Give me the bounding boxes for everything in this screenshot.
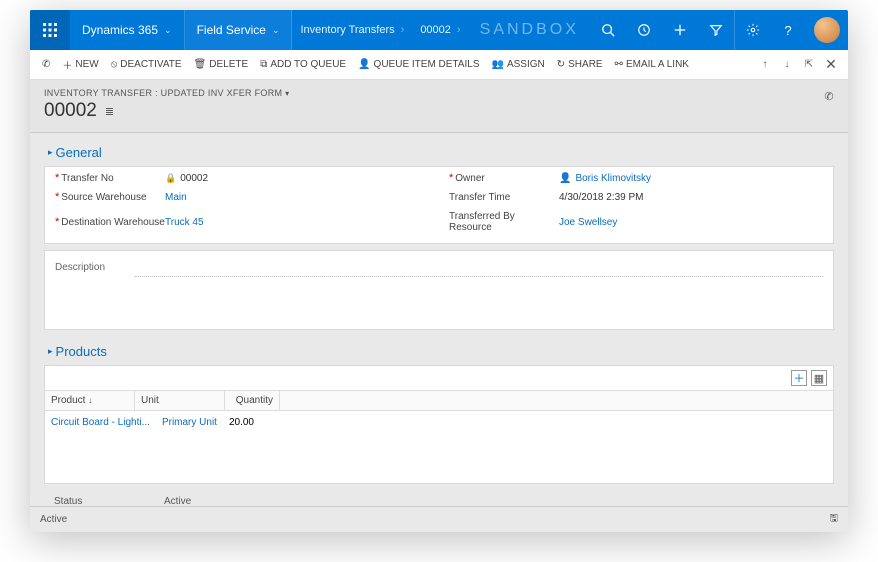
chevron-down-icon: ⌄ [272, 25, 280, 36]
nav-down-button[interactable]: ↓ [776, 54, 798, 76]
status-value: Active [164, 496, 191, 506]
app-launcher-button[interactable] [30, 10, 70, 50]
col-product[interactable]: Product ↓ [45, 391, 135, 410]
chevron-down-icon: ⌄ [164, 25, 172, 36]
deactivate-command[interactable]: ⦸DEACTIVATE [105, 50, 188, 79]
field-description-label: Description [55, 262, 105, 273]
breadcrumb-record[interactable]: 00002 › [412, 24, 468, 36]
col-unit[interactable]: Unit [135, 391, 225, 410]
field-source-warehouse[interactable]: *Source Warehouse Main [55, 192, 429, 203]
field-destination-warehouse[interactable]: *Destination Warehouse Truck 45 [55, 211, 429, 233]
delete-label: DELETE [209, 59, 248, 70]
sandbox-watermark: SANDBOX [469, 21, 590, 39]
field-description-input[interactable] [135, 265, 823, 277]
cell-product[interactable]: Circuit Board - Lighti... [45, 417, 156, 428]
share-label: SHARE [568, 59, 602, 70]
chevron-right-icon: › [401, 24, 405, 36]
settings-button[interactable] [734, 10, 770, 50]
section-products-label: Products [56, 344, 107, 359]
products-grid: ＋ ▦ Product ↓ Unit Quantity Circuit Boar… [44, 365, 834, 484]
app-label: Field Service [197, 23, 266, 37]
caret-down-icon: ▸ [48, 147, 53, 158]
user-avatar[interactable] [814, 17, 840, 43]
grid-add-button[interactable]: ＋ [791, 370, 807, 386]
chevron-right-icon: › [457, 24, 461, 36]
list-icon[interactable]: ≣ [105, 105, 114, 118]
link-icon: ⚯ [615, 59, 623, 70]
assign-command[interactable]: 👥ASSIGN [486, 50, 551, 79]
share-command[interactable]: ↻SHARE [551, 50, 609, 79]
add-to-queue-label: ADD TO QUEUE [270, 59, 346, 70]
cell-quantity: 20.00 [223, 417, 260, 428]
caret-down-icon: ▸ [48, 346, 53, 357]
email-link-label: EMAIL A LINK [626, 59, 689, 70]
field-transfer-no[interactable]: *Transfer No 🔒00002 [55, 173, 429, 184]
record-header: ✆ INVENTORY TRANSFER : UPDATED INV XFER … [30, 80, 848, 133]
queue-item-details-label: QUEUE ITEM DETAILS [374, 59, 480, 70]
section-products-header[interactable]: ▸ Products [44, 336, 834, 365]
form-footer: Active 🖫 [30, 506, 848, 532]
breadcrumb-label: Inventory Transfers [300, 24, 394, 36]
form-body: ▸ General *Transfer No 🔒00002 *Owner 👤Bo… [30, 133, 848, 506]
grid-view-button[interactable]: ▦ [811, 370, 827, 386]
brand-dropdown[interactable]: Dynamics 365 ⌄ [70, 10, 185, 50]
person-icon: 👤 [559, 173, 571, 184]
global-nav: Dynamics 365 ⌄ Field Service ⌄ Inventory… [30, 10, 848, 50]
status-row: Status Active [44, 490, 834, 506]
breadcrumb-entity[interactable]: Inventory Transfers › [292, 24, 412, 36]
section-general-label: General [56, 145, 102, 160]
grid-header: Product ↓ Unit Quantity [45, 390, 833, 411]
email-link-command[interactable]: ⚯EMAIL A LINK [609, 50, 695, 79]
field-transfer-time[interactable]: Transfer Time 4/30/2018 2:39 PM [449, 192, 823, 203]
queue-item-details-command[interactable]: 👤 QUEUE ITEM DETAILS [352, 50, 485, 79]
section-general-header[interactable]: ▸ General [44, 137, 834, 166]
nav-up-button[interactable]: ↑ [754, 54, 776, 76]
close-button[interactable]: ✕ [820, 54, 842, 76]
popout-button[interactable]: ⇱ [798, 54, 820, 76]
deactivate-label: DEACTIVATE [120, 59, 181, 70]
description-panel: Description [44, 250, 834, 330]
col-quantity[interactable]: Quantity [225, 391, 280, 410]
form-selector[interactable]: INVENTORY TRANSFER : UPDATED INV XFER FO… [44, 88, 834, 98]
cell-unit[interactable]: Primary Unit [156, 417, 223, 428]
queue-details-icon: 👤 [358, 59, 370, 70]
caret-down-icon: ▾ [285, 89, 289, 98]
help-button[interactable]: ? [770, 10, 806, 50]
command-bar: ✆ ＋NEW ⦸DEACTIVATE 🗑DELETE ⧉ADD TO QUEUE… [30, 50, 848, 80]
breadcrumb-label: 00002 [420, 24, 451, 36]
queue-add-icon: ⧉ [260, 59, 267, 70]
status-label: Status [54, 496, 164, 506]
brand-label: Dynamics 365 [82, 23, 158, 37]
phone-icon: ✆ [42, 59, 50, 70]
assign-label: ASSIGN [507, 59, 545, 70]
deactivate-icon: ⦸ [111, 59, 118, 70]
filter-button[interactable] [698, 10, 734, 50]
app-dropdown[interactable]: Field Service ⌄ [185, 10, 293, 50]
add-to-queue-command[interactable]: ⧉ADD TO QUEUE [254, 50, 352, 79]
phone-panel-button[interactable]: ✆ [818, 86, 840, 106]
assign-icon: 👥 [492, 59, 504, 70]
sort-icon: ↓ [88, 396, 92, 405]
new-command[interactable]: ＋NEW [56, 50, 104, 79]
search-button[interactable] [590, 10, 626, 50]
save-icon[interactable]: 🖫 [829, 511, 838, 528]
field-owner[interactable]: *Owner 👤Boris Klimovitsky [449, 173, 823, 184]
table-row[interactable]: Circuit Board - Lighti... Primary Unit 2… [45, 411, 833, 434]
field-transferred-by[interactable]: Transferred By Resource Joe Swellsey [449, 211, 823, 233]
delete-command[interactable]: 🗑DELETE [188, 50, 255, 79]
share-icon: ↻ [557, 59, 565, 70]
recent-button[interactable] [626, 10, 662, 50]
general-panel: *Transfer No 🔒00002 *Owner 👤Boris Klimov… [44, 166, 834, 244]
phone-button[interactable]: ✆ [36, 50, 56, 79]
plus-icon: ＋ [62, 57, 72, 72]
footer-state: Active [40, 514, 67, 525]
lock-icon: 🔒 [165, 173, 176, 183]
record-title: 00002 [44, 100, 97, 122]
new-label: NEW [75, 59, 98, 70]
trash-icon: 🗑 [194, 59, 207, 70]
new-button[interactable] [662, 10, 698, 50]
